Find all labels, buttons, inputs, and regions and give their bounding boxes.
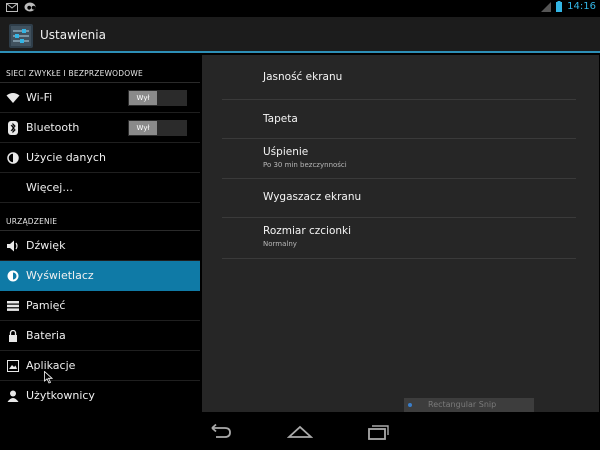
setting-title: Wygaszacz ekranu	[263, 191, 362, 203]
sidebar-item-label: Więcej...	[26, 181, 73, 194]
bluetooth-toggle[interactable]: Wył	[128, 120, 187, 136]
speaker-icon	[6, 239, 20, 253]
system-icons: 14:16	[541, 1, 596, 12]
back-icon	[211, 423, 231, 438]
display-settings-pane: Jasność ekranu Tapeta Uśpienie Po 30 min…	[202, 55, 599, 412]
clock: 14:16	[567, 1, 596, 12]
setting-title: Uśpienie	[263, 146, 309, 158]
wifi-icon	[6, 91, 20, 105]
sidebar-item-label: Wi-Fi	[26, 91, 53, 104]
app-title: Ustawienia	[40, 28, 106, 42]
action-bar: Ustawienia	[0, 17, 600, 53]
lock-battery-icon	[6, 329, 20, 343]
signal-icon	[541, 1, 552, 12]
setting-title: Rozmiar czcionki	[263, 225, 352, 237]
sidebar-item-users[interactable]: Użytkownicy	[0, 381, 200, 411]
back-button[interactable]	[208, 422, 234, 440]
setting-screensaver[interactable]: Wygaszacz ekranu	[222, 178, 576, 218]
sidebar-item-storage[interactable]: Pamięć	[0, 291, 200, 321]
sidebar-item-wifi[interactable]: Wi-Fi Wył	[0, 83, 200, 113]
settings-sliders-icon	[9, 24, 33, 48]
data-usage-icon	[6, 151, 20, 165]
notification-icons: ●●	[6, 2, 36, 13]
rectangular-snip-tooltip: Rectangular Snip	[404, 398, 534, 412]
setting-sleep[interactable]: Uśpienie Po 30 min bezczynności	[222, 138, 576, 179]
setting-font-size[interactable]: Rozmiar czcionki Normalny	[222, 217, 576, 259]
sidebar-item-label: Pamięć	[26, 299, 66, 312]
user-icon	[6, 389, 20, 403]
recent-apps-icon	[368, 425, 389, 440]
sidebar-item-label: Bluetooth	[26, 121, 80, 134]
section-header-device: URZĄDZENIE	[0, 203, 200, 231]
sidebar-item-label: Bateria	[26, 329, 66, 342]
bluetooth-icon	[6, 121, 20, 135]
home-button[interactable]	[286, 422, 314, 440]
sidebar-item-display[interactable]: Wyświetlacz	[0, 261, 200, 291]
settings-categories: SIECI ZWYKŁE I BEZPRZEWODOWE Wi-Fi Wył B…	[0, 55, 200, 415]
storage-icon	[6, 299, 20, 313]
email-icon	[6, 3, 18, 12]
brightness-icon	[6, 269, 20, 283]
sidebar-item-label: Dźwięk	[26, 239, 66, 252]
sidebar-item-label: Wyświetlacz	[26, 269, 94, 282]
chat-icon: ●●	[24, 2, 36, 12]
action-bar-divider	[0, 51, 600, 53]
status-bar: ●● 14:16	[0, 0, 600, 17]
setting-summary: Po 30 min bezczynności	[263, 161, 347, 169]
recent-apps-button[interactable]	[365, 422, 391, 440]
sidebar-item-apps[interactable]: Aplikacje	[0, 351, 200, 384]
sidebar-item-battery[interactable]: Bateria	[0, 321, 200, 351]
sidebar-item-sound[interactable]: Dźwięk	[0, 231, 200, 261]
setting-wallpaper[interactable]: Tapeta	[222, 99, 576, 139]
sidebar-item-more[interactable]: Więcej...	[0, 173, 200, 203]
wifi-toggle[interactable]: Wył	[128, 90, 187, 106]
section-header-networks: SIECI ZWYKŁE I BEZPRZEWODOWE	[0, 55, 200, 83]
sidebar-item-data-usage[interactable]: Użycie danych	[0, 143, 200, 173]
setting-summary: Normalny	[263, 240, 297, 248]
battery-icon	[556, 1, 563, 12]
setting-title: Jasność ekranu	[263, 71, 343, 83]
settings-app-icon[interactable]	[9, 24, 33, 48]
svg-text:●●: ●●	[27, 5, 36, 11]
home-icon	[286, 425, 314, 438]
apps-icon	[6, 359, 20, 373]
snip-icon	[408, 403, 412, 407]
setting-brightness[interactable]: Jasność ekranu	[222, 55, 576, 100]
sidebar-item-label: Użycie danych	[26, 151, 106, 164]
sidebar-item-bluetooth[interactable]: Bluetooth Wył	[0, 113, 200, 143]
sidebar-item-label: Użytkownicy	[26, 389, 95, 402]
setting-title: Tapeta	[263, 113, 298, 125]
navigation-bar	[0, 412, 600, 450]
